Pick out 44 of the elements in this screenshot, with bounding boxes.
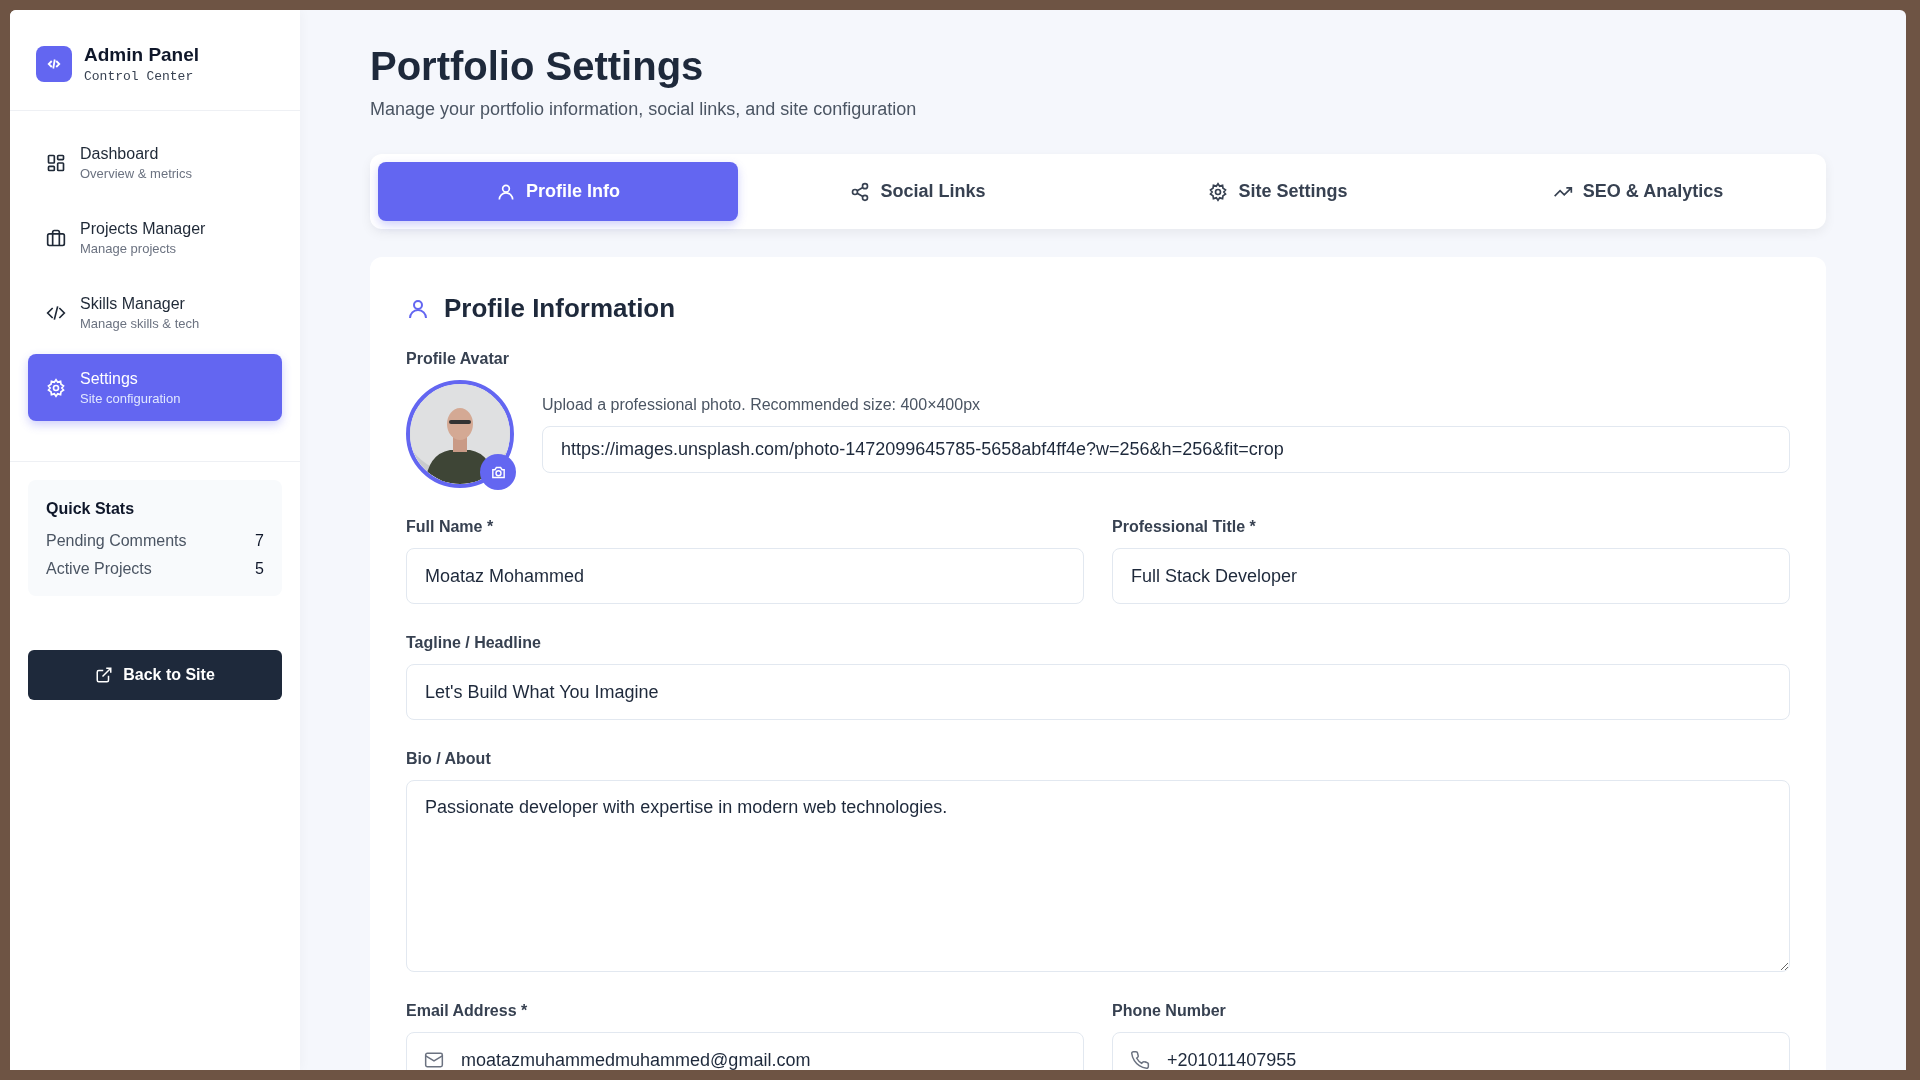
tab[interactable]: Site Settings [1098,162,1458,221]
grid-icon [46,152,66,173]
nav-item[interactable]: Skills Manager Manage skills & tech [28,279,282,346]
code-icon [36,46,72,82]
tab[interactable]: Profile Info [378,162,738,221]
nav-item[interactable]: Projects Manager Manage projects [28,204,282,271]
field-label: Professional Title * [1112,518,1257,536]
stat-label: Pending Comments [46,532,187,550]
settings-icon [46,377,66,398]
share-icon [850,181,871,202]
tagline-field[interactable]: Let's Build What You Imagine [406,664,1790,720]
nav-item[interactable]: Dashboard Overview & metrics [28,129,282,196]
stat-value: 7 [255,532,264,550]
field-label: Full Name * [406,518,495,536]
tab[interactable]: SEO & Analytics [1458,162,1818,221]
brand-subtitle: Control Center [84,69,195,84]
back-to-site-button[interactable]: Back to Site [28,650,282,700]
brand-title: Admin Panel [84,44,200,66]
field-label: Profile Avatar [406,350,510,368]
camera-button[interactable] [480,454,516,490]
page-title: Portfolio Settings [370,44,705,89]
email-field[interactable]: moatazmuhammedmuhammed@gmail.com [406,1032,1084,1070]
quick-stats-title: Quick Stats [46,500,136,518]
field-label: Bio / About [406,750,492,768]
bio-field[interactable]: Passionate developer with expertise in modern web technologies. [406,780,1790,972]
mail-icon [424,1050,444,1070]
full-name-field[interactable]: Moataz Mohammed [406,548,1084,604]
phone-field[interactable]: +201011407955 [1112,1032,1790,1070]
tab[interactable]: Social Links [738,162,1098,221]
avatar-url-field[interactable]: https://images.unsplash.com/photo-1472099645785-5658abf4ff4e?w=256&h=256&fit=crop [542,425,1790,473]
settings-icon [1208,181,1229,202]
nav-item[interactable]: Settings Site configuration [28,354,282,421]
field-label: Email Address * [406,1002,529,1020]
phone-icon [1130,1050,1150,1070]
stat-value: 5 [255,560,264,578]
section-heading: Profile Information [444,293,676,324]
field-label: Phone Number [1112,1002,1227,1020]
professional-title-field[interactable]: Full Stack Developer [1112,548,1790,604]
page-subtitle: Manage your portfolio information, social links, and site configuration [370,99,918,120]
stat-label: Active Projects [46,560,152,578]
field-label: Tagline / Headline [406,634,542,652]
external-link-icon [95,666,114,684]
upload-hint: Upload a professional photo. Recommended size: 400×400px [542,395,982,414]
briefcase-icon [46,227,66,248]
